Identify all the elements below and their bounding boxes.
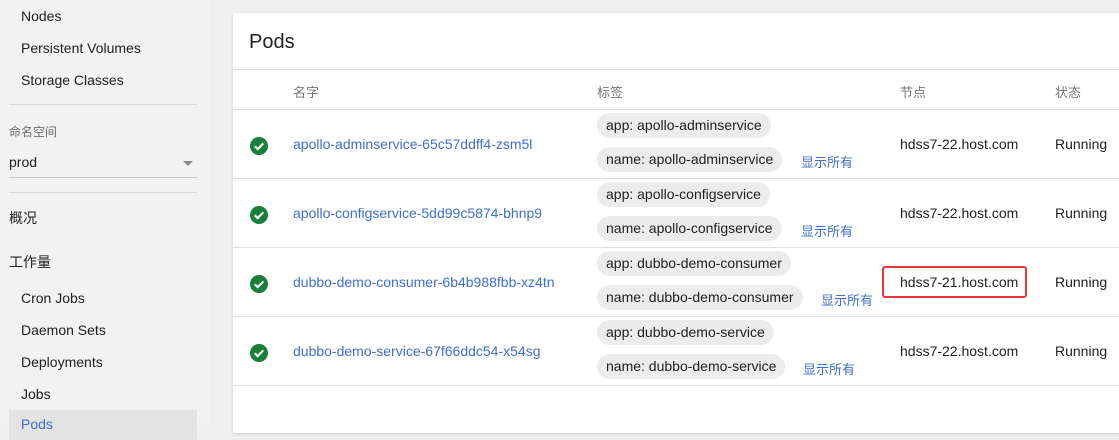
node-name: hdss7-22.host.com bbox=[900, 343, 1019, 359]
pod-name-link[interactable]: apollo-configservice-5dd99c5874-bhnp9 bbox=[293, 205, 542, 221]
sidebar-item-workloads[interactable]: 工作量 bbox=[9, 252, 51, 272]
pods-card: Pods 名字 标签 节点 状态 apollo-adminservice-65c… bbox=[233, 13, 1119, 433]
sidebar-item-overview[interactable]: 概况 bbox=[9, 208, 37, 228]
row-divider bbox=[233, 178, 1119, 179]
check-circle-icon bbox=[250, 344, 268, 362]
chevron-down-icon bbox=[183, 161, 193, 166]
row-divider bbox=[233, 109, 1119, 110]
namespace-value: prod bbox=[9, 154, 38, 170]
label-chip: name: apollo-adminservice bbox=[597, 147, 783, 172]
node-name: hdss7-22.host.com bbox=[900, 136, 1019, 152]
check-circle-icon bbox=[250, 137, 268, 155]
label-chip: name: apollo-configservice bbox=[597, 216, 782, 241]
pod-name-link[interactable]: dubbo-demo-service-67f66ddc54-x54sg bbox=[293, 343, 540, 359]
label-chip: name: dubbo-demo-service bbox=[597, 354, 786, 379]
column-header-labels: 标签 bbox=[597, 85, 624, 100]
column-header-node[interactable]: 节点 bbox=[900, 82, 926, 101]
row-divider bbox=[233, 385, 1119, 386]
show-all-labels-link[interactable]: 显示所有 bbox=[821, 290, 873, 309]
check-circle-icon bbox=[250, 275, 268, 293]
pod-status: Running bbox=[1055, 274, 1108, 290]
show-all-labels-link[interactable]: 显示所有 bbox=[801, 221, 853, 240]
header-divider bbox=[233, 69, 1119, 70]
check-circle-icon bbox=[250, 206, 268, 224]
row-divider bbox=[233, 247, 1119, 248]
node-name: hdss7-22.host.com bbox=[900, 205, 1019, 221]
sidebar-item-storage-classes[interactable]: Storage Classes bbox=[21, 72, 124, 88]
label-chip: app: dubbo-demo-consumer bbox=[597, 251, 791, 276]
pod-status: Running bbox=[1055, 205, 1108, 221]
pod-name-link[interactable]: apollo-adminservice-65c57ddff4-zsm5l bbox=[293, 136, 532, 152]
sidebar-item-cron-jobs[interactable]: Cron Jobs bbox=[21, 290, 85, 306]
label-chip: app: dubbo-demo-service bbox=[597, 320, 774, 345]
column-header-status[interactable]: 状态 bbox=[1055, 82, 1081, 101]
sidebar-item-nodes[interactable]: Nodes bbox=[21, 8, 61, 24]
sidebar-item-deployments[interactable]: Deployments bbox=[21, 354, 103, 370]
label-chip: name: dubbo-demo-consumer bbox=[597, 285, 803, 310]
pod-name-link[interactable]: dubbo-demo-consumer-6b4b988fbb-xz4tn bbox=[293, 274, 555, 290]
label-chip: app: apollo-adminservice bbox=[597, 113, 771, 138]
sidebar-divider bbox=[9, 104, 197, 105]
show-all-labels-link[interactable]: 显示所有 bbox=[801, 152, 853, 171]
sidebar-item-persistent-volumes[interactable]: Persistent Volumes bbox=[21, 40, 141, 56]
sidebar: Nodes Persistent Volumes Storage Classes… bbox=[0, 0, 210, 440]
sidebar-divider bbox=[9, 192, 197, 193]
pod-status: Running bbox=[1055, 136, 1108, 152]
column-header-name[interactable]: 名字 bbox=[293, 82, 319, 101]
namespace-label: 命名空间 bbox=[9, 125, 58, 139]
show-all-labels-link[interactable]: 显示所有 bbox=[803, 359, 855, 378]
sidebar-item-jobs[interactable]: Jobs bbox=[21, 386, 51, 402]
pod-status: Running bbox=[1055, 343, 1108, 359]
sidebar-item-pods[interactable]: Pods bbox=[21, 416, 53, 432]
card-title: Pods bbox=[249, 31, 295, 53]
sidebar-item-daemon-sets[interactable]: Daemon Sets bbox=[21, 322, 106, 338]
label-chip: app: apollo-configservice bbox=[597, 182, 770, 207]
namespace-select[interactable]: prod bbox=[9, 150, 197, 178]
node-highlight-box bbox=[882, 266, 1027, 298]
row-divider bbox=[233, 316, 1119, 317]
